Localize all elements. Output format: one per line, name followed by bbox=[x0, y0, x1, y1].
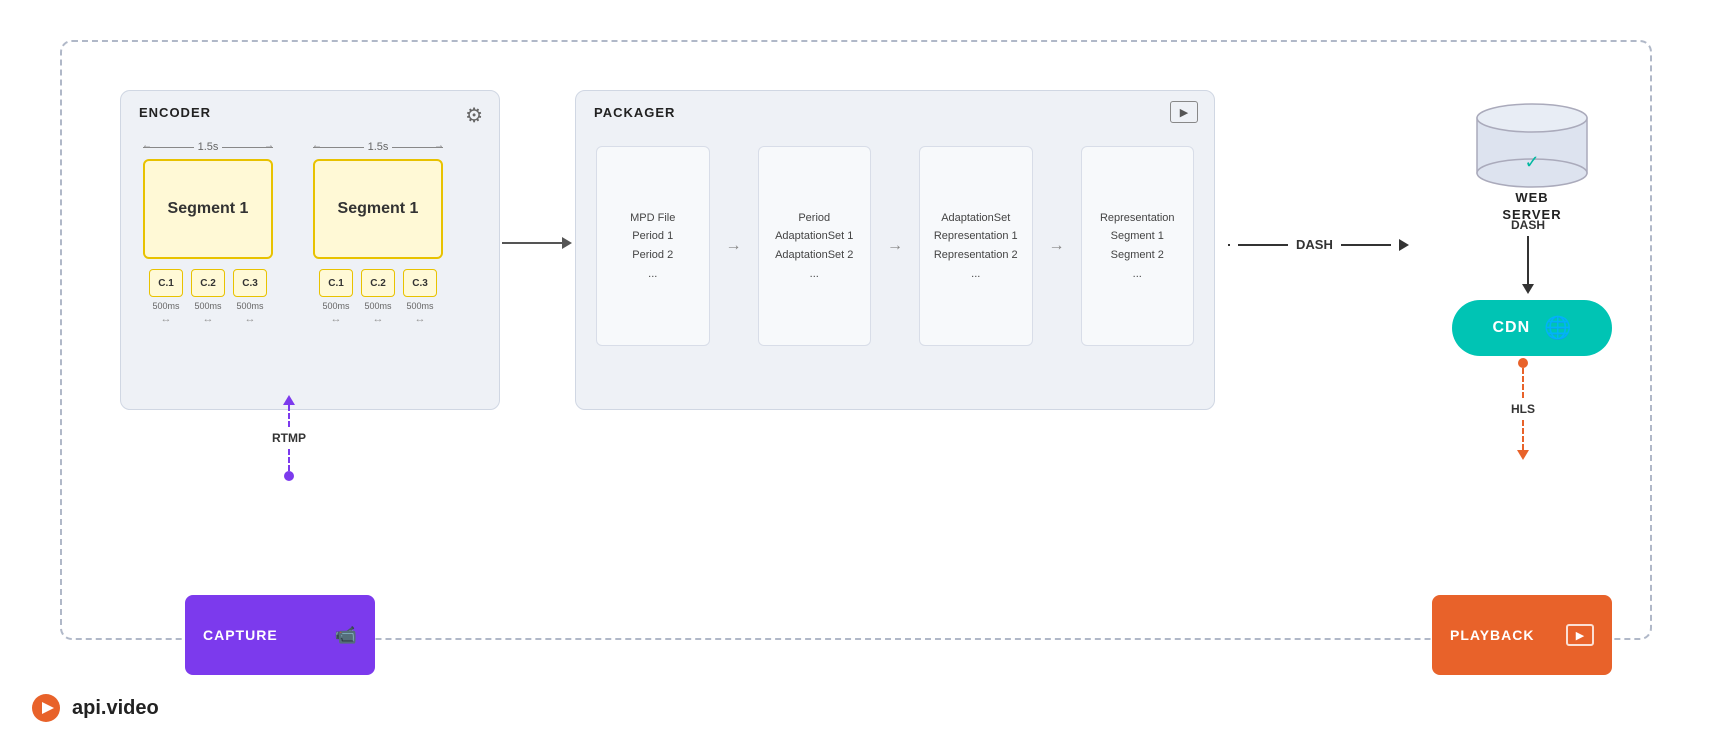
packager-card-2: PeriodAdaptationSet 1AdaptationSet 2... bbox=[758, 146, 872, 346]
arrow-encoder-packager bbox=[502, 237, 572, 249]
hls-arrow-head bbox=[1517, 450, 1529, 460]
chunk-row-1: C.1 C.2 C.3 bbox=[149, 269, 267, 297]
web-server: ✓ WEB SERVER bbox=[1472, 100, 1592, 224]
camera-icon: 📹 bbox=[335, 625, 357, 646]
packager-card-3: AdaptationSetRepresentation 1Representat… bbox=[919, 146, 1033, 346]
packager-card-1: MPD FilePeriod 1Period 2... bbox=[596, 146, 710, 346]
chunk-row-2: C.1 C.2 C.3 bbox=[319, 269, 437, 297]
capture-label: CAPTURE bbox=[203, 627, 278, 643]
hls-label: HLS bbox=[1511, 402, 1535, 416]
hls-dashed-line-2 bbox=[1522, 420, 1524, 450]
rtmp-label: RTMP bbox=[272, 431, 306, 445]
packager-card-4: RepresentationSegment 1Segment 2... bbox=[1081, 146, 1195, 346]
rtmp-dashed-line-1 bbox=[288, 405, 290, 427]
capture-box: CAPTURE 📹 bbox=[185, 595, 375, 675]
chunk2-c3: C.3 bbox=[403, 269, 437, 297]
packager-title: PACKAGER bbox=[594, 105, 675, 120]
playback-box: PLAYBACK ▶ bbox=[1432, 595, 1612, 675]
playback-label: PLAYBACK bbox=[1450, 627, 1535, 643]
chunk-arrows-2: ↔ ↔ ↔ bbox=[319, 313, 437, 325]
gear-icon: ⚙ bbox=[465, 103, 483, 128]
duration-label-1: 1.5s bbox=[198, 141, 219, 153]
dash-vertical: DASH bbox=[1511, 218, 1545, 286]
duration-indicator-1: ← 1.5s → bbox=[143, 141, 273, 153]
chunk-times-1: 500ms 500ms 500ms bbox=[149, 301, 267, 311]
hls-dot bbox=[1518, 358, 1528, 368]
dash-arrow-label: DASH bbox=[1228, 237, 1409, 252]
encoder-box: ENCODER ⚙ ← 1.5s → Segment 1 C.1 C.2 C.3… bbox=[120, 90, 500, 410]
packager-card-1-text: MPD FilePeriod 1Period 2... bbox=[630, 209, 675, 284]
rtmp-dashed-line-2 bbox=[288, 449, 290, 471]
packager-box: PACKAGER ▶ MPD FilePeriod 1Period 2... →… bbox=[575, 90, 1215, 410]
encoder-title: ENCODER bbox=[139, 105, 211, 120]
packager-card-2-text: PeriodAdaptationSet 1AdaptationSet 2... bbox=[775, 209, 853, 284]
logo-area: api.video bbox=[30, 692, 159, 724]
packager-play-icon: ▶ bbox=[1170, 101, 1198, 123]
cdn-label: CDN bbox=[1492, 319, 1530, 337]
logo-text: api.video bbox=[72, 697, 159, 720]
duration-label-2: 1.5s bbox=[368, 141, 389, 153]
packager-card-3-text: AdaptationSetRepresentation 1Representat… bbox=[934, 209, 1018, 284]
packager-cards: MPD FilePeriod 1Period 2... → PeriodAdap… bbox=[596, 146, 1194, 346]
globe-icon: 🌐 bbox=[1544, 315, 1571, 341]
segment-2: Segment 1 bbox=[313, 159, 443, 259]
packager-arrow-3: → bbox=[1049, 237, 1065, 255]
duration-indicator-2: ← 1.5s → bbox=[313, 141, 443, 153]
rtmp-section: RTMP bbox=[272, 395, 306, 481]
packager-card-4-text: RepresentationSegment 1Segment 2... bbox=[1100, 209, 1175, 284]
packager-arrow-2: → bbox=[887, 237, 903, 255]
segment-1: Segment 1 bbox=[143, 159, 273, 259]
rtmp-arrow-up bbox=[283, 395, 295, 405]
chunk-c2: C.2 bbox=[191, 269, 225, 297]
cdn-box: CDN 🌐 bbox=[1452, 300, 1612, 356]
chunk2-c2: C.2 bbox=[361, 269, 395, 297]
apivideo-logo-icon bbox=[30, 692, 62, 724]
hls-dashed-line-1 bbox=[1522, 368, 1524, 398]
packager-arrow-1: → bbox=[726, 237, 742, 255]
hls-section: HLS bbox=[1511, 358, 1535, 460]
chunk-c3: C.3 bbox=[233, 269, 267, 297]
chunk-arrows-1: ↔ ↔ ↔ bbox=[149, 313, 267, 325]
chunk2-c1: C.1 bbox=[319, 269, 353, 297]
dash-label: DASH bbox=[1296, 237, 1333, 252]
cylinder-svg: ✓ bbox=[1472, 100, 1592, 190]
chunk-c1: C.1 bbox=[149, 269, 183, 297]
chunk-times-2: 500ms 500ms 500ms bbox=[319, 301, 437, 311]
play-icon: ▶ bbox=[1566, 624, 1594, 646]
dash-vertical-label: DASH bbox=[1511, 218, 1545, 232]
svg-text:✓: ✓ bbox=[1524, 152, 1539, 172]
rtmp-dot bbox=[284, 471, 294, 481]
